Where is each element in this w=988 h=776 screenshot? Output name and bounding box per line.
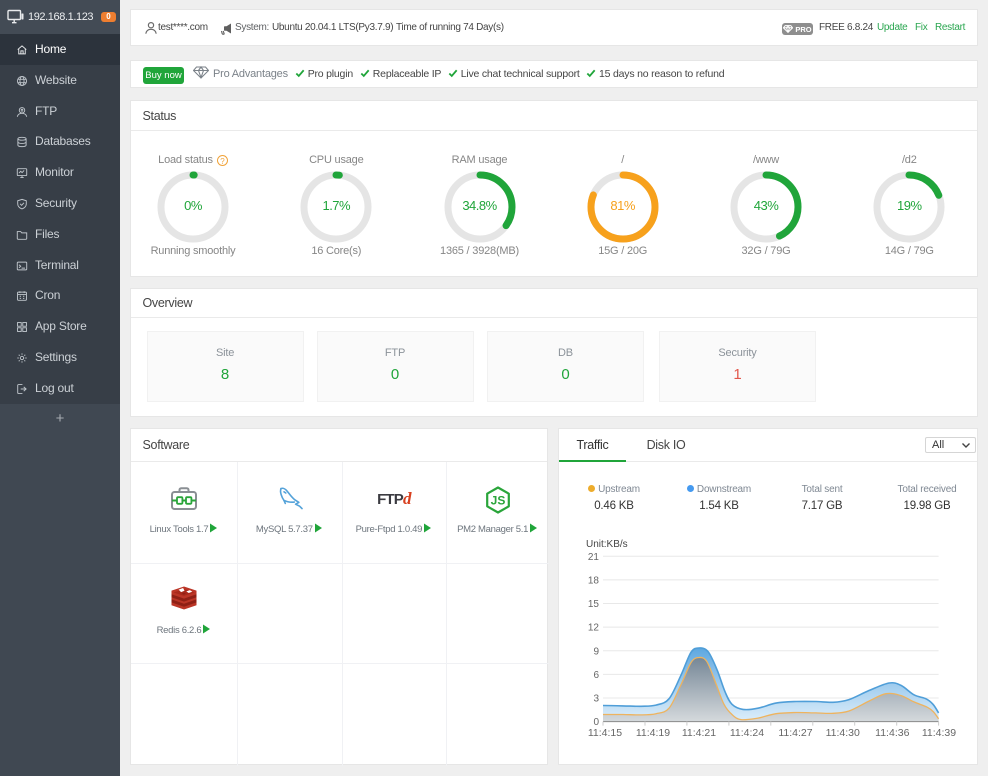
svg-text:9: 9 [593,646,599,657]
svg-text:11:4:19: 11:4:19 [636,727,670,739]
svg-text:11:4:21: 11:4:21 [682,727,716,739]
svg-text:18: 18 [588,575,600,586]
svg-text:JS: JS [490,494,505,508]
svg-text:11:4:27: 11:4:27 [778,727,812,739]
svg-text:Unit:KB/s: Unit:KB/s [586,539,628,550]
svg-text:11:4:24: 11:4:24 [730,727,764,739]
svg-text:11:4:39: 11:4:39 [922,727,956,739]
svg-text:21: 21 [588,552,600,563]
svg-text:3: 3 [593,694,599,705]
svg-text:11:4:30: 11:4:30 [826,727,860,739]
svg-text:11:4:15: 11:4:15 [588,727,622,739]
svg-text:6: 6 [593,670,599,681]
svg-text:12: 12 [588,623,600,634]
svg-text:11:4:36: 11:4:36 [875,727,909,739]
svg-text:15: 15 [588,599,600,610]
